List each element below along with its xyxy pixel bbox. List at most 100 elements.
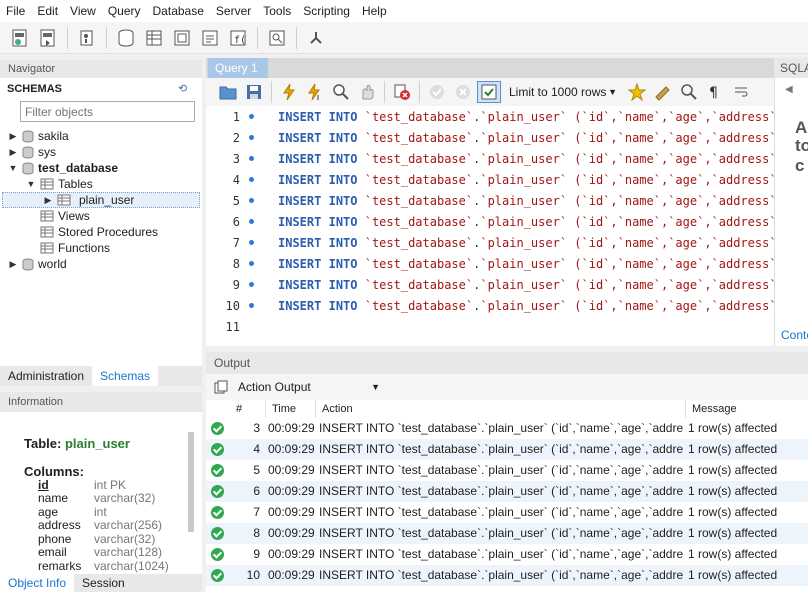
- invisible-chars-icon[interactable]: ¶: [703, 81, 727, 103]
- open-sql-script-icon[interactable]: [36, 26, 60, 50]
- tab-object-info[interactable]: Object Info: [0, 574, 75, 592]
- add-snippet-icon[interactable]: [625, 81, 649, 103]
- output-row[interactable]: 6 00:09:29 INSERT INTO `test_database`.`pl…: [206, 481, 808, 502]
- execute-icon[interactable]: [277, 81, 301, 103]
- expand-arrow-icon[interactable]: ▶: [43, 195, 53, 206]
- editor-line[interactable]: 4 INSERT INTO `test_database`. `plain_user…: [206, 169, 774, 190]
- sql-column-list: (`id`,`name`,`age`,`address`,`: [567, 256, 774, 271]
- wrap-lines-icon[interactable]: [729, 81, 753, 103]
- refresh-icon[interactable]: ⟲: [178, 82, 190, 95]
- find-icon[interactable]: [677, 81, 701, 103]
- reconnect-icon[interactable]: [304, 26, 328, 50]
- sql-keyword: INSERT: [278, 193, 322, 208]
- navigator-tabs: Administration Schemas: [0, 366, 202, 386]
- collapse-arrow-icon[interactable]: ▼: [8, 163, 18, 173]
- expand-arrow-icon[interactable]: ▶: [8, 259, 18, 270]
- header-action[interactable]: Action: [316, 400, 686, 418]
- sql-column-list: (`id`,`name`,`age`,`address`,`: [567, 193, 774, 208]
- limit-rows-select[interactable]: Limit to 1000 rows ▼: [503, 82, 623, 102]
- tree-item-sys[interactable]: ▶ sys: [8, 144, 56, 160]
- menu-edit[interactable]: Edit: [31, 0, 64, 22]
- expand-arrow-icon[interactable]: ▶: [8, 147, 18, 158]
- tab-administration[interactable]: Administration: [0, 366, 92, 386]
- tab-sql-additions[interactable]: SQLA: [774, 58, 808, 78]
- filter-objects-input[interactable]: [20, 101, 195, 122]
- execute-current-icon[interactable]: [303, 81, 327, 103]
- create-procedure-icon[interactable]: [198, 26, 222, 50]
- column-type: varchar(128): [94, 545, 163, 559]
- toggle-error-stop-icon[interactable]: [390, 81, 414, 103]
- database-icon: [22, 162, 34, 174]
- tree-item-plain-user[interactable]: ▶ plain_user: [2, 192, 200, 208]
- header-num[interactable]: #: [230, 400, 266, 418]
- editor-line[interactable]: 11: [206, 316, 240, 337]
- tab-schemas[interactable]: Schemas: [92, 366, 159, 386]
- editor-line[interactable]: 7 INSERT INTO `test_database`. `plain_user…: [206, 232, 774, 253]
- toolbar-divider: [67, 26, 68, 49]
- search-table-data-icon[interactable]: [265, 26, 289, 50]
- tree-item-tables[interactable]: ▼ Tables: [26, 176, 93, 192]
- statement-marker-icon: [246, 301, 256, 311]
- output-row[interactable]: 8 00:09:29 INSERT INTO `test_database`.`pl…: [206, 523, 808, 544]
- output-row[interactable]: 4 00:09:29 INSERT INTO `test_database`.`pl…: [206, 439, 808, 460]
- editor-line[interactable]: 9 INSERT INTO `test_database`. `plain_user…: [206, 274, 774, 295]
- tree-item-world[interactable]: ▶ world: [8, 256, 67, 272]
- rollback-icon[interactable]: [451, 81, 475, 103]
- editor-line[interactable]: 8 INSERT INTO `test_database`. `plain_user…: [206, 253, 774, 274]
- copy-output-icon[interactable]: [214, 380, 228, 394]
- collapse-arrow-icon[interactable]: ▼: [26, 179, 36, 189]
- menu-database[interactable]: Database: [147, 0, 210, 22]
- output-row[interactable]: 9 00:09:29 INSERT INTO `test_database`.`pl…: [206, 544, 808, 565]
- sql-punct: .: [473, 151, 481, 166]
- menu-bar: File Edit View Query Database Server Too…: [0, 0, 808, 22]
- tab-session[interactable]: Session: [74, 574, 133, 592]
- tree-item-stored-procedures[interactable]: Stored Procedures: [36, 224, 158, 240]
- tree-item-test-database[interactable]: ▼ test_database: [8, 160, 119, 176]
- editor-line[interactable]: 6 INSERT INTO `test_database`. `plain_user…: [206, 211, 774, 232]
- menu-query[interactable]: Query: [102, 0, 147, 22]
- expand-arrow-icon[interactable]: ▶: [8, 131, 18, 142]
- information-scrollbar[interactable]: [188, 432, 194, 532]
- column-type: varchar(32): [94, 491, 156, 505]
- menu-server[interactable]: Server: [210, 0, 257, 22]
- menu-view[interactable]: View: [64, 0, 102, 22]
- header-time[interactable]: Time: [266, 400, 316, 418]
- tree-item-sakila[interactable]: ▶ sakila: [8, 128, 69, 144]
- output-type-select[interactable]: Action Output ▼: [234, 377, 384, 397]
- save-icon[interactable]: [242, 81, 266, 103]
- editor-line[interactable]: 3 INSERT INTO `test_database`. `plain_user…: [206, 148, 774, 169]
- autocommit-toggle-icon[interactable]: [477, 81, 501, 103]
- open-file-icon[interactable]: [216, 81, 240, 103]
- header-message[interactable]: Message: [686, 400, 808, 418]
- create-schema-icon[interactable]: [114, 26, 138, 50]
- stop-icon[interactable]: [355, 81, 379, 103]
- new-sql-tab-icon[interactable]: [8, 26, 32, 50]
- tree-item-functions[interactable]: Functions: [36, 240, 110, 256]
- create-table-icon[interactable]: [142, 26, 166, 50]
- sql-editor[interactable]: 1 INSERT INTO `test_database`. `plain_user…: [206, 106, 774, 346]
- output-row[interactable]: 3 00:09:29 INSERT INTO `test_database`.`pl…: [206, 418, 808, 439]
- sql-identifier: `test_database`: [364, 193, 474, 208]
- menu-help[interactable]: Help: [356, 0, 393, 22]
- editor-line[interactable]: 10 INSERT INTO `test_database`. `plain_use…: [206, 295, 774, 316]
- menu-scripting[interactable]: Scripting: [297, 0, 356, 22]
- beautify-icon[interactable]: [651, 81, 675, 103]
- tree-item-views[interactable]: Views: [36, 208, 90, 224]
- context-help-link[interactable]: Conte: [781, 328, 808, 342]
- create-view-icon[interactable]: [170, 26, 194, 50]
- explain-icon[interactable]: [329, 81, 353, 103]
- editor-line[interactable]: 2 INSERT INTO `test_database`. `plain_user…: [206, 127, 774, 148]
- menu-tools[interactable]: Tools: [257, 0, 297, 22]
- output-row[interactable]: 10 00:09:29 INSERT INTO `test_database`.`p…: [206, 565, 808, 586]
- tab-query-1[interactable]: Query 1: [208, 58, 268, 78]
- success-check-icon: [211, 527, 224, 540]
- commit-icon[interactable]: [425, 81, 449, 103]
- inspector-icon[interactable]: [75, 26, 99, 50]
- editor-line[interactable]: 5 INSERT INTO `test_database`. `plain_user…: [206, 190, 774, 211]
- output-row[interactable]: 5 00:09:29 INSERT INTO `test_database`.`pl…: [206, 460, 808, 481]
- menu-file[interactable]: File: [0, 0, 31, 22]
- create-function-icon[interactable]: f(): [226, 26, 250, 50]
- editor-line[interactable]: 1 INSERT INTO `test_database`. `plain_user…: [206, 106, 774, 127]
- chevron-left-icon[interactable]: ◀: [785, 84, 793, 95]
- output-row[interactable]: 7 00:09:29 INSERT INTO `test_database`.`pl…: [206, 502, 808, 523]
